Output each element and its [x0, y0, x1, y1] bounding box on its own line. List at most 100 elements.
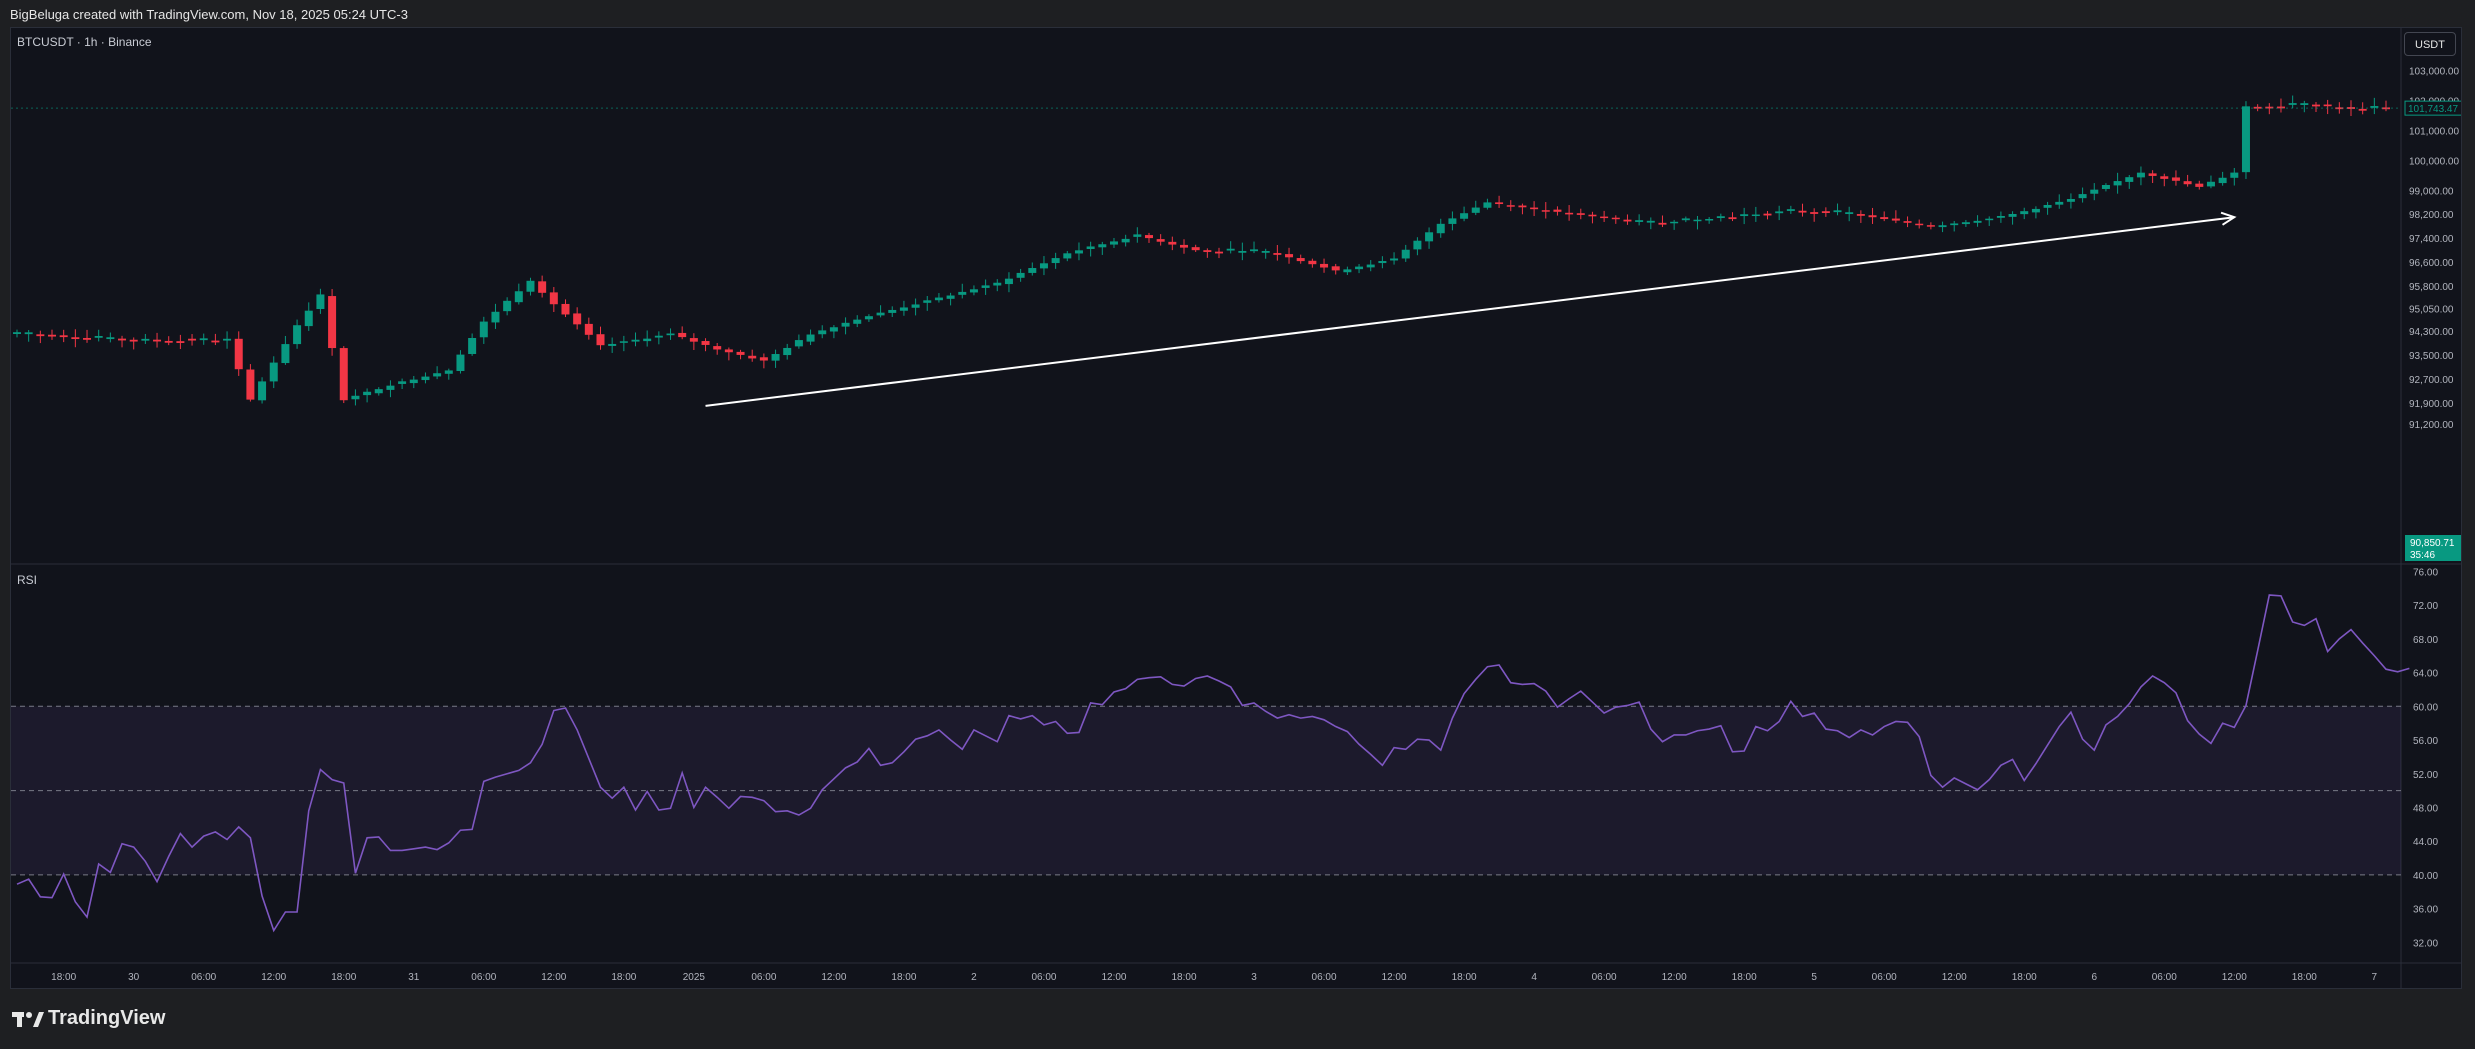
candle-body — [304, 310, 313, 327]
candle-body — [1378, 261, 1387, 264]
candle-body — [1109, 241, 1118, 245]
candle-body — [2288, 103, 2297, 105]
rsi-axis-tick: 52.00 — [2413, 770, 2438, 781]
candle-body — [503, 300, 512, 312]
time-axis-tick: 6 — [2091, 972, 2097, 983]
candle-body — [2171, 177, 2180, 181]
price-axis-tick: 96,600.00 — [2409, 258, 2454, 269]
candle-body — [1436, 223, 1445, 234]
time-axis-tick: 18:00 — [1171, 972, 1196, 983]
candle-body — [421, 376, 430, 381]
candle-body — [491, 311, 500, 323]
candle-body — [678, 332, 687, 338]
candle-body — [1331, 266, 1340, 271]
time-axis-tick: 06:00 — [471, 972, 496, 983]
time-axis-tick: 5 — [1811, 972, 1817, 983]
candle-body — [1868, 215, 1877, 218]
candle-body — [561, 303, 570, 315]
time-axis-tick: 12:00 — [2222, 972, 2247, 983]
candle-body — [736, 351, 745, 355]
candle-body — [514, 291, 523, 303]
candle-body — [724, 349, 733, 353]
candle-body — [1308, 260, 1317, 265]
time-axis-tick: 18:00 — [611, 972, 636, 983]
currency-button[interactable]: USDT — [2404, 32, 2456, 56]
candle-body — [1191, 247, 1200, 251]
candle-body — [1460, 213, 1469, 219]
candle-body — [444, 370, 453, 374]
candle-body — [2160, 176, 2169, 179]
candle-body — [24, 332, 33, 335]
candle-body — [2183, 181, 2192, 185]
candle-body — [818, 330, 827, 335]
candle-body — [1880, 217, 1889, 220]
candle-body — [631, 339, 640, 342]
candle-body — [1086, 246, 1095, 249]
candle-body — [1938, 225, 1947, 228]
candle-body — [1856, 214, 1865, 216]
candle-body — [1215, 251, 1224, 254]
candle-body — [1133, 234, 1142, 237]
candle-body — [2031, 208, 2040, 213]
candle-body — [1600, 216, 1609, 219]
rsi-axis-tick: 36.00 — [2413, 905, 2438, 916]
candle-body — [1926, 225, 1935, 227]
candle-body — [433, 373, 442, 377]
candle-body — [1051, 258, 1060, 264]
candle-body — [958, 291, 967, 295]
candle-body — [1973, 220, 1982, 223]
candle-body — [1144, 235, 1153, 239]
time-axis-tick: 18:00 — [1452, 972, 1477, 983]
candle-body — [211, 340, 220, 343]
candle-body — [1728, 217, 1737, 220]
candle-body — [923, 300, 932, 303]
candle-body — [1121, 238, 1130, 243]
time-axis-tick: 18:00 — [51, 972, 76, 983]
time-axis-tick: 2025 — [683, 972, 706, 983]
candle-body — [1775, 211, 1784, 214]
candle-body — [1553, 209, 1562, 212]
price-axis-tick: 94,300.00 — [2409, 327, 2454, 338]
price-axis-tick: 91,900.00 — [2409, 399, 2454, 410]
candle-body — [1810, 212, 1819, 214]
candle-body — [1355, 266, 1364, 270]
rsi-axis-tick: 40.00 — [2413, 871, 2438, 882]
candle-body — [1576, 213, 1585, 215]
candle-body — [1180, 244, 1188, 248]
candle-body — [1098, 244, 1107, 248]
candle-body — [2370, 106, 2379, 108]
candle-body — [1039, 263, 1048, 269]
candle-body — [864, 316, 873, 320]
rsi-axis-tick: 56.00 — [2413, 736, 2438, 747]
chart-canvas[interactable]: 103,000.00102,000.00101,000.00100,000.00… — [11, 28, 2462, 989]
rsi-axis-tick: 64.00 — [2413, 669, 2438, 680]
candle-body — [141, 338, 150, 341]
candles-group[interactable] — [13, 95, 2391, 406]
candle-body — [456, 354, 465, 372]
candle-body — [328, 296, 337, 349]
price-axis-tick: 103,000.00 — [2409, 67, 2459, 78]
candle-body — [1961, 222, 1970, 225]
candle-body — [2358, 108, 2367, 111]
time-axis-tick: 18:00 — [2292, 972, 2317, 983]
candle-body — [1833, 210, 1842, 213]
candle-body — [188, 338, 197, 341]
chart-container[interactable]: 103,000.00102,000.00101,000.00100,000.00… — [10, 27, 2462, 989]
candle-body — [783, 347, 792, 356]
candle-body — [269, 362, 278, 382]
candle-body — [409, 379, 418, 384]
candle-body — [1915, 223, 1924, 226]
candle-body — [374, 389, 383, 394]
candle-body — [1156, 239, 1165, 242]
candle-body — [386, 385, 395, 390]
candle-body — [234, 338, 243, 370]
candle-body — [1786, 209, 1795, 211]
time-axis-tick: 3 — [1251, 972, 1257, 983]
candle-body — [2195, 183, 2204, 187]
candle-body — [1611, 217, 1620, 220]
candle-body — [1425, 232, 1434, 242]
candle-body — [1320, 263, 1329, 268]
candle-body — [759, 357, 768, 361]
candle-body — [1471, 207, 1480, 213]
time-axis-tick: 06:00 — [2152, 972, 2177, 983]
